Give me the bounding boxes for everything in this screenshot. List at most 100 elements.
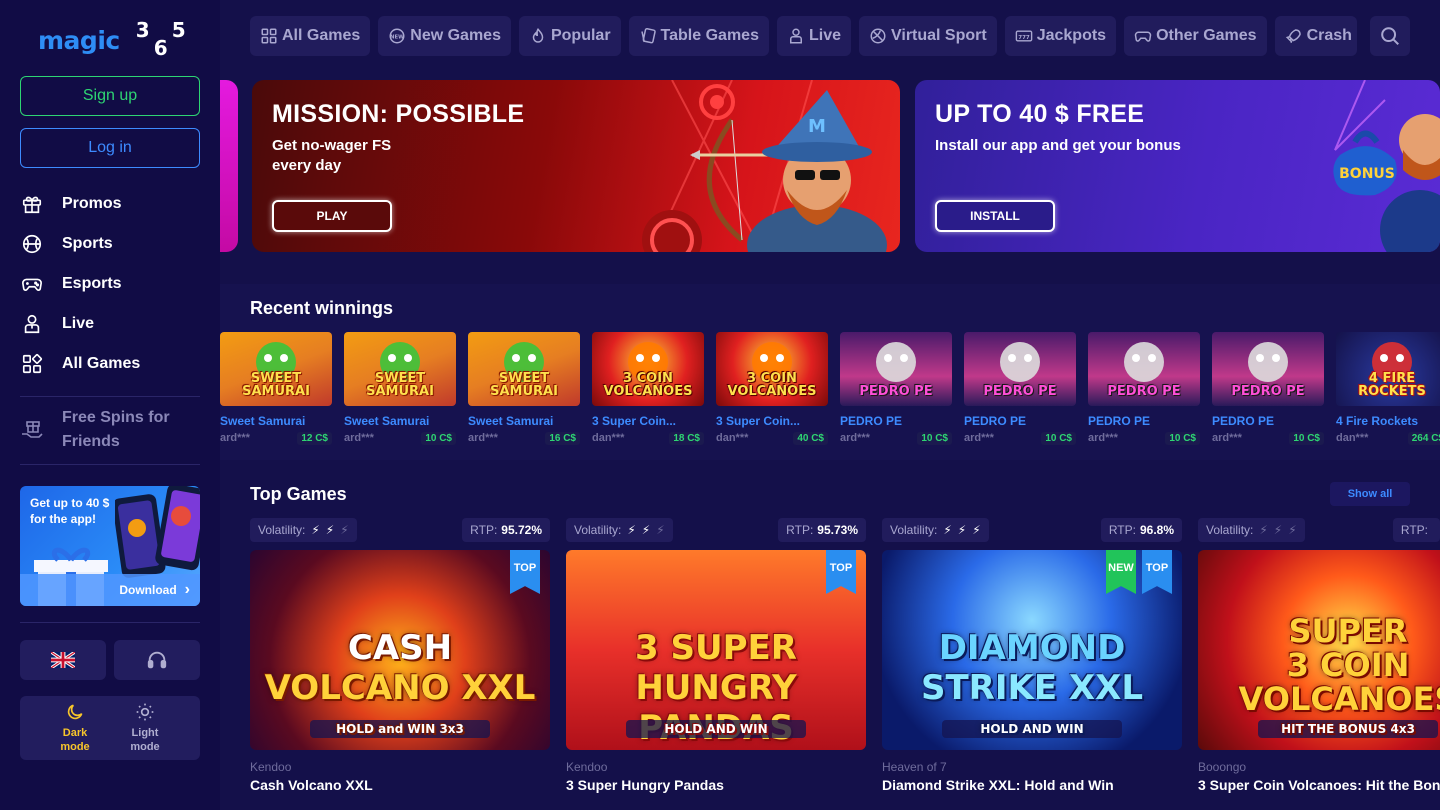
play-button[interactable]: PLAY <box>272 200 392 232</box>
win-info-row: ard*** 10 C$ <box>1212 432 1324 445</box>
recent-win-card[interactable]: 3 COIN VOLCANOES 3 Super Coin... dan*** 40 … <box>716 332 828 445</box>
bonus-bag-illustration: BONUS <box>1333 80 1440 252</box>
game-cover-image[interactable]: SUPER3 COINVOLCANOESHIT THE BONUS 4x3TOP <box>1198 550 1440 750</box>
game-title[interactable]: Cash Volcano XXL <box>250 777 373 793</box>
game-name-link[interactable]: Sweet Samurai <box>220 414 332 428</box>
category-tab-jackpots[interactable]: 777 Jackpots <box>1004 16 1117 56</box>
game-name-link[interactable]: PEDRO PE <box>1088 414 1200 428</box>
volatility-bolt-icon: ⚡ <box>325 523 335 537</box>
game-meta-row: Volatility: ⚡ ⚡ ⚡ RTP: 95.72% <box>250 518 550 542</box>
recent-win-card[interactable]: PEDRO PE PEDRO PE ard*** 10 C$ <box>840 332 952 445</box>
gift-icon <box>20 192 44 216</box>
game-thumbnail[interactable]: SWEET SAMURAI <box>220 332 332 406</box>
game-card[interactable]: Volatility: ⚡ ⚡ ⚡ RTP: 95.72% CASH VOLCANO XXL H… <box>250 518 550 793</box>
game-cover-image[interactable]: 3 SUPERHUNGRY PANDASHOLD AND WINTOP <box>566 550 866 750</box>
app-promo-text: Get up to 40 $ for the app! <box>30 496 110 526</box>
category-label: Crash <box>1306 27 1352 44</box>
category-tab-live[interactable]: Live <box>776 16 851 56</box>
game-name-link[interactable]: 4 Fire Rockets <box>1336 414 1440 428</box>
sidebar-item-all-games[interactable]: All Games <box>20 344 200 384</box>
language-button[interactable] <box>20 640 106 680</box>
game-name-link[interactable]: Sweet Samurai <box>468 414 580 428</box>
category-tab-other-games[interactable]: Other Games <box>1124 16 1267 56</box>
category-tab-table-games[interactable]: Table Games <box>628 16 769 56</box>
game-cover-image[interactable]: DIAMOND STRIKE XXL HOLD AND WIN NEW TOP <box>882 550 1182 750</box>
category-tab-crash[interactable]: Crash <box>1274 16 1357 56</box>
volatility-bolt-icon: ⚡ <box>1273 523 1283 537</box>
game-name-link[interactable]: 3 Super Coin... <box>716 414 828 428</box>
banner-mission-possible[interactable]: M MISSION: POSSIBLE Get no-wager FS ever… <box>252 80 900 252</box>
game-name-link[interactable]: PEDRO PE <box>840 414 952 428</box>
game-cover-image[interactable]: CASH VOLCANO XXL HOLD and WIN 3x3 TOP <box>250 550 550 750</box>
light-mode-button[interactable]: Light mode <box>110 696 180 760</box>
game-title[interactable]: 3 Super Hungry Pandas <box>566 777 724 793</box>
sidebar-item-live[interactable]: Live <box>20 304 200 344</box>
recent-win-card[interactable]: PEDRO PE PEDRO PE ard*** 10 C$ <box>964 332 1076 445</box>
win-info-row: ard*** 10 C$ <box>344 432 456 445</box>
recent-win-card[interactable]: SWEET SAMURAI Sweet Samurai ard*** 10 C$ <box>344 332 456 445</box>
volatility-bolt-icon: ⚡ <box>340 523 349 537</box>
free-spins-link[interactable]: Free Spins for Friends <box>20 404 200 456</box>
category-tab-new-games[interactable]: NEW New Games <box>378 16 511 56</box>
recent-win-card[interactable]: 4 FIRE ROCKETS 4 Fire Rockets dan*** 264 C$ <box>1336 332 1440 445</box>
banner-title: UP TO 40 $ FREE <box>935 100 1145 128</box>
top-badge: TOP <box>826 550 856 594</box>
game-thumbnail[interactable]: PEDRO PE <box>1212 332 1324 406</box>
win-amount: 18 C$ <box>669 432 704 445</box>
game-title[interactable]: 3 Super Coin Volcanoes: Hit the Bonus <box>1198 777 1440 793</box>
win-amount: 12 C$ <box>297 432 332 445</box>
install-button[interactable]: INSTALL <box>935 200 1055 232</box>
game-name-link[interactable]: PEDRO PE <box>964 414 1076 428</box>
banner-text: Install our app and get your bonus <box>935 137 1181 154</box>
volatility-bolt-icon: ⚡ <box>957 523 967 537</box>
game-card[interactable]: Volatility: ⚡ ⚡ ⚡ RTP: SUPER 3 COIN VOLCANOES HI… <box>1198 518 1440 810</box>
win-info-row: ard*** 12 C$ <box>220 432 332 445</box>
sidebar-item-promos[interactable]: Promos <box>20 184 200 224</box>
chevron-right-icon: › <box>184 581 190 598</box>
category-tab-virtual-sport[interactable]: Virtual Sport <box>858 16 997 56</box>
game-thumbnail[interactable]: SWEET SAMURAI <box>344 332 456 406</box>
game-title[interactable]: Diamond Strike XXL: Hold and Win <box>882 777 1114 793</box>
banner-previous-slide[interactable] <box>220 80 238 252</box>
volatility-bolt-icon: ⚡ <box>641 523 651 537</box>
category-label: Other Games <box>1156 27 1257 44</box>
game-logo-text: 3 COIN VOLCANOES <box>603 371 693 399</box>
game-name-link[interactable]: PEDRO PE <box>1212 414 1324 428</box>
recent-win-card[interactable]: PEDRO PE PEDRO PE ard*** 10 C$ <box>1088 332 1200 445</box>
rtp-value: 95.73% <box>817 523 858 537</box>
game-thumbnail[interactable]: PEDRO PE <box>1088 332 1200 406</box>
recent-win-card[interactable]: 3 COIN VOLCANOES 3 Super Coin... dan*** 18 … <box>592 332 704 445</box>
game-thumbnail[interactable]: 3 COIN VOLCANOES <box>592 332 704 406</box>
winner-username: ard*** <box>1088 432 1118 444</box>
game-thumbnail[interactable]: 4 FIRE ROCKETS <box>1336 332 1440 406</box>
new-icon: NEW <box>388 27 406 45</box>
game-thumbnail[interactable]: PEDRO PE <box>964 332 1076 406</box>
search-button[interactable] <box>1370 16 1410 56</box>
logo[interactable]: magic 3 6 5 <box>38 18 194 60</box>
support-button[interactable] <box>114 640 200 680</box>
sidebar-item-sports[interactable]: Sports <box>20 224 200 264</box>
signup-button[interactable]: Sign up <box>20 76 200 116</box>
download-button[interactable]: Download › <box>20 574 200 606</box>
game-name-link[interactable]: Sweet Samurai <box>344 414 456 428</box>
win-amount: 16 C$ <box>545 432 580 445</box>
game-thumbnail[interactable]: SWEET SAMURAI <box>468 332 580 406</box>
game-name-link[interactable]: 3 Super Coin... <box>592 414 704 428</box>
recent-win-card[interactable]: PEDRO PE PEDRO PE ard*** 10 C$ <box>1212 332 1324 445</box>
game-thumbnail[interactable]: 3 COIN VOLCANOES <box>716 332 828 406</box>
category-tab-popular[interactable]: Popular <box>518 16 621 56</box>
game-card[interactable]: Volatility:⚡⚡⚡RTP:95.73%3 SUPERHUNGRY PA… <box>566 518 866 793</box>
volatility-bolt-icon: ⚡ <box>656 523 665 537</box>
game-card[interactable]: Volatility: ⚡ ⚡ ⚡ RTP: 96.8% DIAMOND STRIKE XXL… <box>882 518 1182 793</box>
recent-win-card[interactable]: SWEET SAMURAI Sweet Samurai ard*** 16 C$ <box>468 332 580 445</box>
theme-mode-switch: Dark mode Light mode <box>20 696 200 760</box>
recent-win-card[interactable]: SWEET SAMURAI Sweet Samurai ard*** 12 C$ <box>220 332 332 445</box>
show-all-button[interactable]: Show all <box>1330 482 1410 506</box>
app-promo-card[interactable]: Get up to 40 $ for the app! Download › <box>20 486 200 606</box>
dark-mode-button[interactable]: Dark mode <box>40 696 110 760</box>
sidebar-item-esports[interactable]: Esports <box>20 264 200 304</box>
login-button[interactable]: Log in <box>20 128 200 168</box>
banner-app-bonus[interactable]: BONUS UP TO 40 $ FREE Install our app an… <box>915 80 1440 252</box>
category-tab-all-games[interactable]: All Games <box>250 16 371 56</box>
game-thumbnail[interactable]: PEDRO PE <box>840 332 952 406</box>
